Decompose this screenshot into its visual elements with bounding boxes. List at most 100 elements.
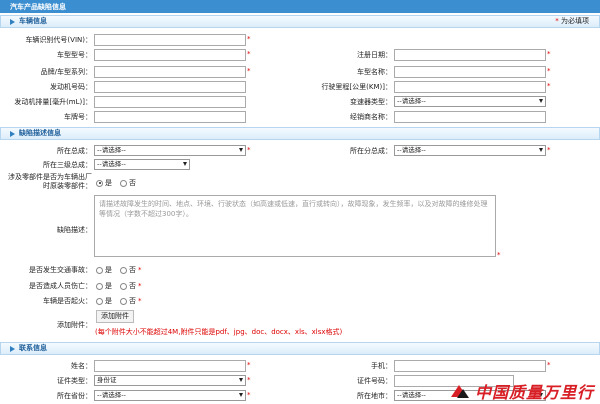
- injury-label: 是否造成人员伤亡：: [29, 282, 92, 290]
- required-star: *: [247, 35, 251, 43]
- section-title: 车辆信息: [19, 17, 47, 25]
- collapse-triangle-icon: [10, 346, 15, 352]
- required-star: *: [247, 376, 251, 384]
- accident-radio-group: 是 否 *: [96, 265, 142, 275]
- section-contact-info: 联系信息: [0, 342, 600, 355]
- phone-input[interactable]: [394, 360, 546, 372]
- transmission-select[interactable]: --请选择--: [394, 96, 546, 107]
- required-star: *: [547, 50, 551, 58]
- level3-select[interactable]: --请选择--: [94, 159, 190, 170]
- displacement-label: 发动机排量[毫升(mL)]：: [14, 98, 92, 106]
- collapse-triangle-icon: [10, 131, 15, 137]
- reg-date-label: 注册日期：: [357, 51, 392, 59]
- engine-no-label: 发动机号码：: [50, 83, 92, 91]
- required-star: *: [547, 361, 551, 369]
- province-label: 所在省份：: [57, 392, 92, 400]
- add-attachment-button[interactable]: 添加附件: [96, 310, 134, 323]
- radio-label: 否: [129, 266, 136, 274]
- required-star: *: [247, 391, 251, 399]
- required-star: *: [247, 67, 251, 75]
- sub-assembly-select[interactable]: --请选择--: [394, 145, 546, 156]
- injury-yes-radio[interactable]: [96, 282, 103, 290]
- dealer-input[interactable]: [394, 111, 546, 123]
- mileage-input[interactable]: [394, 81, 546, 93]
- required-star: *: [497, 251, 501, 259]
- defect-desc-textarea[interactable]: 请描述故障发生的时间、地点、环境、行驶状态（如高速或低速，直行或转向），故障现象…: [94, 195, 496, 257]
- accident-yes-radio[interactable]: [96, 266, 103, 274]
- radio-label: 是: [105, 282, 112, 290]
- name-label: 姓名：: [71, 362, 92, 370]
- engine-no-input[interactable]: [94, 81, 246, 93]
- required-note: * 为必填项: [555, 16, 589, 27]
- id-type-select[interactable]: 身份证: [94, 375, 246, 386]
- fire-no-radio[interactable]: [120, 297, 127, 305]
- required-star: *: [138, 297, 142, 305]
- transmission-select-value: --请选择--: [397, 97, 426, 105]
- mileage-label: 行驶里程[公里(KM)]：: [321, 83, 392, 91]
- id-type-label: 证件类型：: [57, 377, 92, 385]
- plate-input[interactable]: [94, 111, 246, 123]
- reg-date-input[interactable]: [394, 49, 546, 61]
- radio-label: 是: [105, 266, 112, 274]
- brand-input[interactable]: [94, 66, 246, 78]
- fire-label: 车辆是否起火：: [43, 297, 92, 305]
- model-no-input[interactable]: [94, 49, 246, 61]
- model-name-label: 车型名称：: [357, 68, 392, 76]
- original-part-yes-radio[interactable]: [96, 179, 103, 187]
- radio-label: 否: [129, 282, 136, 290]
- required-star: *: [138, 266, 142, 274]
- required-note-text: 为必填项: [561, 17, 589, 25]
- section-defect-info: 缺陷描述信息: [0, 127, 600, 140]
- chevron-down-icon: [539, 99, 543, 103]
- chevron-down-icon: [239, 378, 243, 382]
- chevron-down-icon: [239, 393, 243, 397]
- chevron-down-icon: [239, 148, 243, 152]
- chevron-down-icon: [539, 148, 543, 152]
- original-part-no-radio[interactable]: [120, 179, 127, 187]
- collapse-triangle-icon: [10, 19, 15, 25]
- assembly-select[interactable]: --请选择--: [94, 145, 246, 156]
- watermark-logo-icon: [450, 383, 471, 399]
- original-part-label: 涉及零部件是否为车辆出厂时原装零部件：: [8, 173, 92, 190]
- fire-yes-radio[interactable]: [96, 297, 103, 305]
- required-star: *: [547, 82, 551, 90]
- required-note-star: *: [555, 17, 559, 25]
- phone-label: 手机：: [371, 362, 392, 370]
- radio-label: 是: [105, 297, 112, 305]
- brand-label: 品牌/车型系列：: [40, 68, 92, 76]
- section-title: 联系信息: [19, 344, 47, 352]
- required-star: *: [247, 146, 251, 154]
- required-star: *: [547, 67, 551, 75]
- province-select-value: --请选择--: [97, 391, 126, 399]
- injury-no-radio[interactable]: [120, 282, 127, 290]
- sub-assembly-label: 所在分总成：: [350, 147, 392, 155]
- id-type-select-value: 身份证: [97, 376, 117, 384]
- accident-no-radio[interactable]: [120, 266, 127, 274]
- vin-input[interactable]: [94, 34, 246, 46]
- assembly-select-value: --请选择--: [97, 146, 126, 154]
- attach-label: 添加附件：: [57, 321, 92, 329]
- attachment-hint: (每个附件大小不能超过4M,附件只能是pdf、jpg、doc、docx、xls、…: [95, 328, 343, 336]
- watermark: 中国质量万里行: [450, 379, 594, 403]
- model-no-label: 车型型号：: [57, 51, 92, 59]
- section-vehicle-info: 车辆信息 * 为必填项: [0, 15, 600, 28]
- province-select[interactable]: --请选择--: [94, 390, 246, 401]
- defect-desc-label: 缺陷描述：: [57, 226, 92, 234]
- radio-label: 否: [129, 179, 136, 187]
- required-star: *: [247, 50, 251, 58]
- model-name-input[interactable]: [394, 66, 546, 78]
- page-title: 汽车产品缺陷信息: [0, 0, 600, 13]
- name-input[interactable]: [94, 360, 246, 372]
- level3-label: 所在三级总成：: [43, 161, 92, 169]
- city-label: 所在地市：: [357, 392, 392, 400]
- radio-label: 是: [105, 179, 112, 187]
- vin-label: 车辆识别代号(VIN)：: [25, 36, 92, 44]
- plate-label: 车牌号：: [64, 113, 92, 121]
- displacement-input[interactable]: [94, 96, 246, 108]
- chevron-down-icon: [183, 162, 187, 166]
- original-part-radio-group: 是 否: [96, 178, 136, 188]
- required-star: *: [138, 282, 142, 290]
- section-title: 缺陷描述信息: [19, 129, 61, 137]
- id-no-label: 证件号码：: [357, 377, 392, 385]
- assembly-label: 所在总成：: [57, 147, 92, 155]
